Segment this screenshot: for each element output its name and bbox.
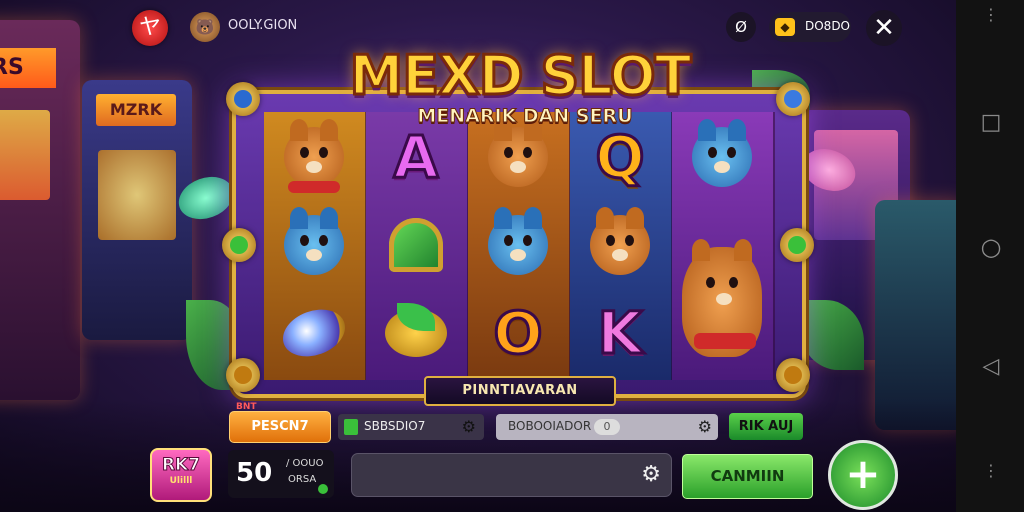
reel-1 [264,112,367,380]
leaf-coin-icon [385,303,447,357]
profile-icon[interactable]: Ø [726,12,756,42]
bonus-badge[interactable]: RK7 Ulilll [150,448,212,502]
letter-a-symbol: A [376,118,456,196]
emerald-icon [389,218,443,272]
input-field[interactable]: ⚙ [351,453,672,497]
fox-icon [284,119,344,193]
checkbox-icon[interactable] [344,419,358,435]
android-navbar: ⋮ □ ○ ◁ ⋮ [956,0,1024,512]
gear-icon[interactable]: ⚙ [641,462,661,487]
letter-q-symbol: Q [580,118,660,196]
option-field-1[interactable]: SBBSDIO7 ⚙ [338,414,484,440]
orange-button[interactable]: PESCN7 [229,411,331,443]
status-dot-icon [318,484,328,494]
game-scene: ERS MZRK ヤ 🐻 OOLY.GION Ø ◆ DO8DO ✕ A [0,0,956,512]
cat-icon [692,119,752,187]
spin-button[interactable]: CANMIIN [682,454,813,499]
reels: A O Q K [264,112,775,380]
game-title: MEXD SLOT [348,43,693,109]
recents-icon[interactable]: □ [980,112,1002,134]
letter-k: K [596,299,644,367]
reel-5 [672,112,775,380]
fox-icon [590,207,650,275]
frame-corner-ml [222,228,256,262]
plus-button[interactable]: + [828,440,898,510]
frame-corner-mr [780,228,814,262]
frame-corner-bl [226,358,260,392]
game-subtitle: MENARIK DAN SERU [417,105,633,128]
small-green-button[interactable]: RIK AUJ [729,413,803,440]
bet-unit-2: ORSA [288,474,317,485]
gem-icon [276,301,352,365]
big-fox-symbol [682,232,762,372]
option-field-1-text: SBBSDIO7 [364,419,426,433]
reel-3: O [468,112,571,380]
bet-value: 50 [236,458,273,488]
letter-o: O [492,299,544,367]
bet-display[interactable]: 50 / OOUO ORSA [228,450,334,498]
gear-icon[interactable]: ⚙ [462,417,476,436]
fox-icon [488,119,548,187]
letter-q: Q [594,123,646,191]
cat-symbol [682,118,762,196]
arcade-screen [0,110,50,200]
home-icon[interactable]: ○ [980,235,1002,259]
background-arcade-right-2 [875,200,956,430]
avatar[interactable]: 🐻 [190,12,220,42]
arcade-marquee: ERS [0,48,56,88]
cat-icon [488,207,548,275]
gear-icon[interactable]: ⚙ [698,417,712,436]
coin-value: DO8DO [805,19,851,33]
cat-symbol [478,206,558,284]
frame-corner-tl [226,82,260,116]
option-field-2[interactable]: BOBOOIADOR 0 ⚙ [496,414,718,440]
letter-o-symbol: O [478,294,558,372]
gem-symbol [274,294,354,372]
cat-icon [284,207,344,275]
fox-symbol [580,206,660,284]
back-icon[interactable]: ◁ [980,356,1002,378]
background-arcade-left: ERS [0,20,80,400]
wedge-symbol [376,206,456,284]
reel-4: Q K [570,112,673,380]
cat-symbol [274,206,354,284]
username-label: OOLY.GION [228,18,298,33]
background-arcade-left-2: MZRK [82,80,192,340]
letter-k-symbol: K [580,294,660,372]
arcade-marquee-2: MZRK [96,94,176,126]
coin-balance[interactable]: ◆ DO8DO [769,12,851,42]
reel-2: A [366,112,469,380]
payline-banner: PINNTIAVARAN [424,376,616,406]
menu-icon-2[interactable]: ⋮ [980,460,1002,482]
coin-icon: ◆ [775,18,795,36]
logo-icon[interactable]: ヤ [132,10,168,46]
bonus-label: RK7 [161,455,201,476]
frame-corner-tr [776,82,810,116]
menu-icon[interactable]: ⋮ [980,4,1002,26]
toggle-switch[interactable]: 0 [594,419,620,435]
letter-a: A [392,123,440,191]
fox-symbol [274,118,354,196]
bet-unit-1: / OOUO [286,458,324,469]
frame-corner-br [776,358,810,392]
bonus-sub: Ulilll [169,476,193,486]
big-fox-icon [682,239,762,357]
fox-symbol [478,118,558,196]
arcade-screen-2 [98,150,176,240]
leaf-coin-symbol [376,294,456,372]
close-button[interactable]: ✕ [866,10,902,46]
option-field-2-text: BOBOOIADOR [508,419,592,433]
